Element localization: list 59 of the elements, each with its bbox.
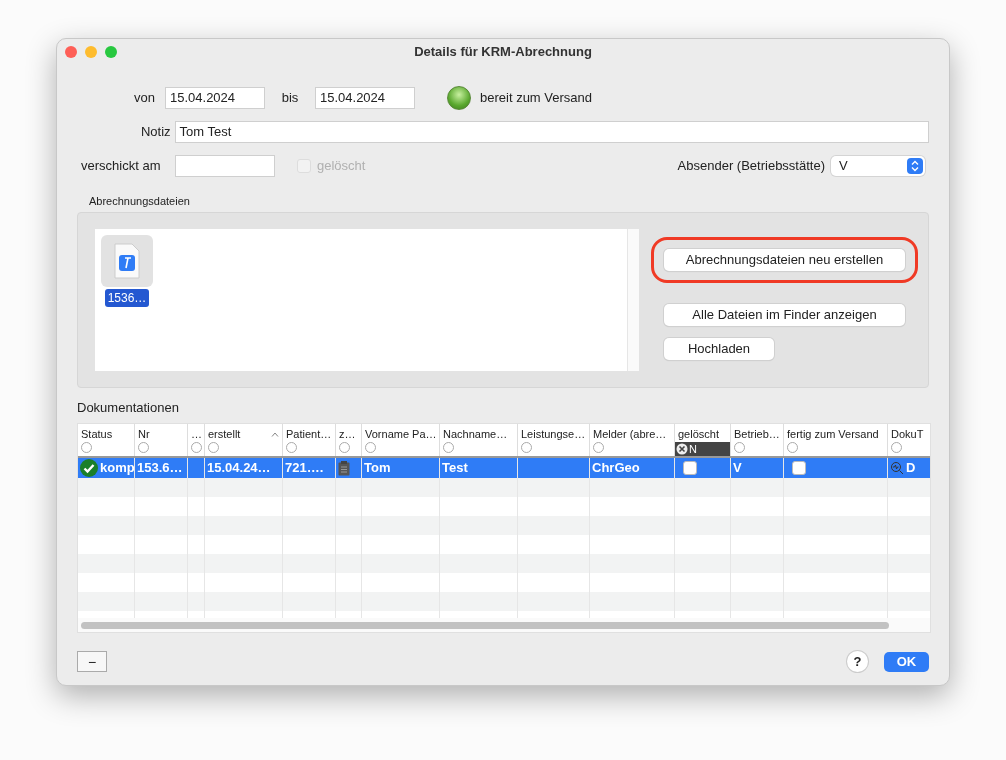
help-button[interactable]: ?: [847, 651, 868, 672]
table-cell-text: 153.6…: [137, 459, 183, 478]
field-label: bis: [280, 89, 300, 108]
column-header[interactable]: Nachname…: [443, 426, 514, 443]
checkbox-label: gelöscht: [317, 157, 366, 176]
action-button[interactable]: Hochladen: [664, 337, 774, 360]
document-icon[interactable]: [114, 242, 140, 279]
table-row[interactable]: komp 153.6… 15.04.24… 721…. Tom Test ChrGeo V D: [78, 458, 930, 478]
horizontal-scrollbar[interactable]: [81, 621, 889, 629]
column-header[interactable]: erstellt: [208, 426, 271, 443]
ok-button[interactable]: OK: [884, 651, 929, 672]
field-label: von: [133, 89, 156, 108]
table-cell-text: Tom: [364, 459, 391, 478]
column-header[interactable]: Leistungse…: [521, 426, 586, 443]
section-label: Abrechnungsdateien: [89, 194, 190, 209]
remove-button[interactable]: −: [77, 651, 107, 672]
table-cell-text: Test: [442, 459, 468, 478]
column-header[interactable]: z…: [339, 426, 358, 443]
column-header[interactable]: Status: [81, 426, 131, 443]
window-title: Details für KRM-Abrechnung: [414, 43, 592, 62]
action-button[interactable]: Abrechnungsdateien neu erstellen: [664, 248, 905, 271]
column-header[interactable]: …: [191, 426, 202, 443]
table-cell-text: 15.04.24…: [207, 459, 271, 478]
field-label: verschickt am: [80, 157, 162, 176]
column-header[interactable]: fertig zum Versand: [787, 426, 884, 443]
minimize-button[interactable]: [85, 46, 97, 58]
table-cell-text: ChrGeo: [592, 459, 640, 478]
checkbox[interactable]: [792, 461, 806, 475]
status-label: bereit zum Versand: [480, 89, 592, 108]
note-field[interactable]: Tom Test: [174, 121, 929, 143]
magnifier-icon: [890, 461, 904, 475]
column-header[interactable]: Melder (abre…: [593, 426, 671, 443]
table-cell-text: D: [906, 459, 916, 478]
field-label: Notiz: [139, 123, 172, 142]
field-label: Absender (Betriebsstätte): [677, 157, 825, 176]
table-cell-text: 721….: [285, 459, 324, 478]
table-cell-text: V: [733, 459, 742, 478]
column-header[interactable]: Patient…: [286, 426, 332, 443]
table-cell-text: komp: [100, 459, 134, 478]
check-badge-icon: [80, 459, 98, 477]
clipboard-icon: [338, 460, 350, 476]
clear-icon: [676, 443, 688, 455]
column-header[interactable]: gelöscht: [678, 426, 727, 443]
column-header[interactable]: Betrieb…: [734, 426, 780, 443]
checkbox[interactable]: [683, 461, 697, 475]
date-field[interactable]: 15.04.2024: [315, 87, 415, 109]
stepper-arrows-icon: [907, 158, 923, 174]
file-name[interactable]: 1536…: [104, 288, 150, 307]
column-filter[interactable]: N: [675, 442, 730, 456]
action-button[interactable]: Alle Dateien im Finder anzeigen: [664, 303, 905, 326]
column-header[interactable]: Vorname Pa…: [365, 426, 437, 443]
column-header[interactable]: Nr: [138, 426, 184, 443]
close-button[interactable]: [65, 46, 77, 58]
date-field[interactable]: [175, 155, 275, 177]
section-label: Dokumentationen: [77, 398, 179, 417]
date-field[interactable]: 15.04.2024: [165, 87, 265, 109]
select-field[interactable]: V: [831, 156, 925, 176]
column-header[interactable]: DokuT: [891, 426, 928, 443]
zoom-button[interactable]: [105, 46, 117, 58]
